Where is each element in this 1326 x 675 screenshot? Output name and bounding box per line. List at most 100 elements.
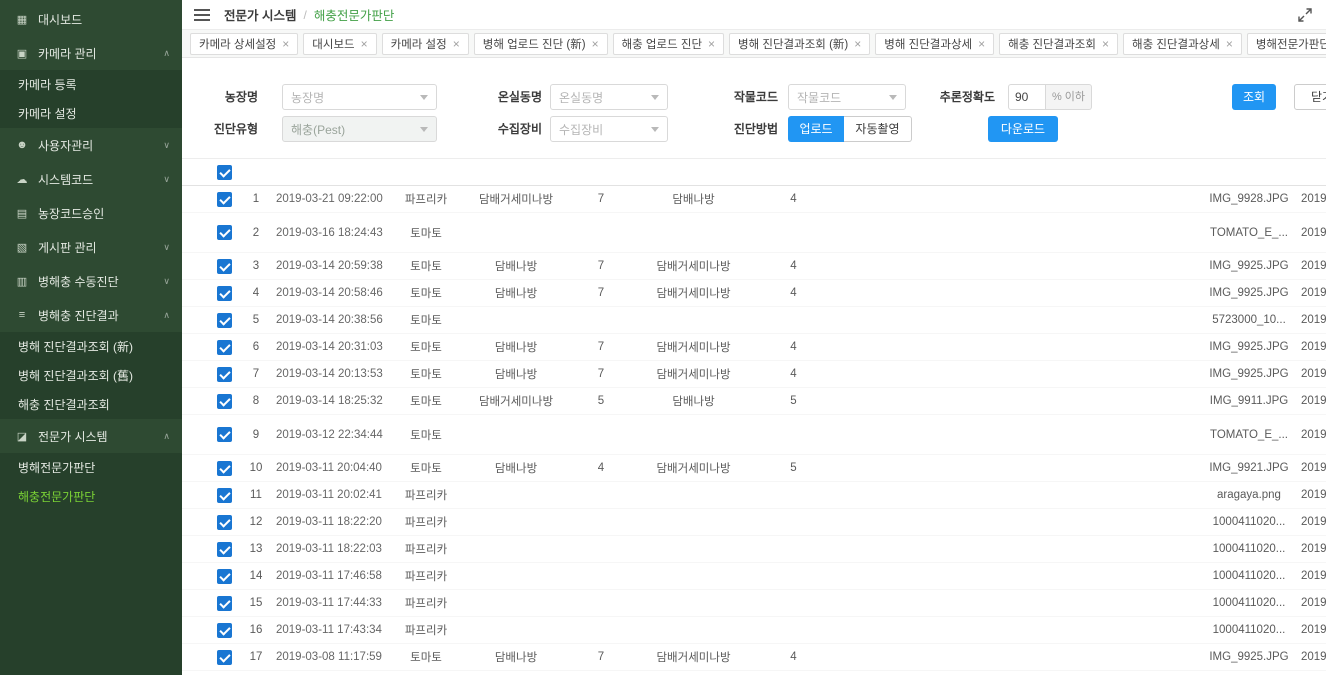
tab[interactable]: ● 해충 진단결과상세 × — [1123, 33, 1242, 55]
cell-num: 1 — [238, 193, 274, 205]
greenhouse-select[interactable]: 온실동명 — [550, 84, 668, 110]
close-icon[interactable]: × — [453, 38, 460, 50]
tab[interactable]: ● 카메라 설정 × — [382, 33, 469, 55]
cell-pest1: 담배나방 — [466, 366, 566, 382]
row-checkbox[interactable] — [217, 488, 232, 503]
row-checkbox[interactable] — [217, 623, 232, 638]
method-upload-button[interactable]: 업로드 — [788, 116, 844, 142]
cell-pest1: 담배나방 — [466, 339, 566, 355]
tab[interactable]: ● 병해 진단결과상세 × — [875, 33, 994, 55]
crop-code-select[interactable]: 작물코드 — [788, 84, 906, 110]
row-checkbox[interactable] — [217, 340, 232, 355]
tab[interactable]: ● 대시보드 × — [303, 33, 376, 55]
row-checkbox[interactable] — [217, 569, 232, 584]
fullscreen-icon[interactable] — [1298, 8, 1312, 22]
tab-label: 대시보드 — [312, 36, 354, 52]
table-row[interactable]: 1 2019-03-21 09:22:00 파프리카 담배거세미나방 7 담배나… — [182, 186, 1326, 213]
method-label: 진단방법 — [718, 116, 778, 142]
sidebar-item[interactable]: 해충 진단결과조회 — [0, 390, 182, 419]
search-button[interactable]: 조회 — [1232, 84, 1276, 110]
farm-select[interactable]: 농장명 — [282, 84, 437, 110]
cell-num: 14 — [238, 570, 274, 582]
table-row[interactable]: 9 2019-03-12 22:34:44 토마토 TOMATO_E_... 2… — [182, 415, 1326, 455]
row-checkbox[interactable] — [217, 192, 232, 207]
sidebar-item[interactable]: ☁ 시스템코드 — [0, 162, 182, 196]
row-checkbox[interactable] — [217, 313, 232, 328]
row-checkbox[interactable] — [217, 259, 232, 274]
row-checkbox[interactable] — [217, 225, 232, 240]
row-checkbox[interactable] — [217, 461, 232, 476]
table-row[interactable]: 8 2019-03-14 18:25:32 토마토 담배거세미나방 5 담배나방… — [182, 388, 1326, 415]
row-checkbox[interactable] — [217, 650, 232, 665]
close-icon[interactable]: × — [592, 38, 599, 50]
farm-code-icon: ▤ — [14, 207, 30, 220]
sidebar-item[interactable]: 카메라 등록 — [0, 70, 182, 99]
diagnosis-type-select[interactable]: 해충(Pest) — [282, 116, 437, 142]
sidebar-item[interactable]: 해충전문가판단 — [0, 482, 182, 511]
row-checkbox[interactable] — [217, 394, 232, 409]
sidebar-item[interactable]: 병해전문가판단 — [0, 453, 182, 482]
tab[interactable]: ● 병해전문가판단 × — [1247, 33, 1326, 55]
tab[interactable]: ● 병해 업로드 진단 (新) × — [474, 33, 608, 55]
close-icon[interactable]: × — [978, 38, 985, 50]
sidebar-item[interactable]: ▧ 게시판 관리 — [0, 230, 182, 264]
cell-extra: 2019 — [1297, 597, 1326, 609]
sidebar-item[interactable]: ▥ 병해충 수동진단 — [0, 264, 182, 298]
sidebar-item[interactable]: 병해 진단결과조회 (新) — [0, 332, 182, 361]
sidebar-item-label: 시스템코드 — [38, 171, 93, 188]
close-icon[interactable]: × — [708, 38, 715, 50]
select-all-checkbox[interactable] — [217, 165, 232, 180]
close-icon[interactable]: × — [854, 38, 861, 50]
tab[interactable]: ● 카메라 상세설정 × — [190, 33, 298, 55]
close-button[interactable]: 닫기 — [1294, 84, 1326, 110]
sidebar-item[interactable]: 병해 진단결과조회 (舊) — [0, 361, 182, 390]
table-row[interactable]: 16 2019-03-11 17:43:34 파프리카 1000411020..… — [182, 617, 1326, 644]
table-row[interactable]: 17 2019-03-08 11:17:59 토마토 담배나방 7 담배거세미나… — [182, 644, 1326, 671]
sidebar-item[interactable]: ▣ 카메라 관리 — [0, 36, 182, 70]
sidebar-item[interactable]: 카메라 설정 — [0, 99, 182, 128]
cell-crop: 토마토 — [386, 366, 466, 382]
table-row[interactable]: 10 2019-03-11 20:04:40 토마토 담배나방 4 담배거세미나… — [182, 455, 1326, 482]
equipment-select-value: 수집장비 — [559, 121, 603, 138]
checkbox-cell — [210, 461, 238, 476]
sidebar-item[interactable]: ≡ 병해충 진단결과 — [0, 298, 182, 332]
sidebar-item[interactable]: ▦ 대시보드 — [0, 2, 182, 36]
download-button[interactable]: 다운로드 — [988, 116, 1058, 142]
cell-count1: 4 — [566, 462, 636, 474]
cell-extra: 2019 — [1297, 368, 1326, 380]
accuracy-unit: % 이하 — [1046, 84, 1092, 110]
hamburger-menu-icon[interactable] — [194, 9, 210, 21]
table-row[interactable]: 3 2019-03-14 20:59:38 토마토 담배나방 7 담배거세미나방… — [182, 253, 1326, 280]
table-row[interactable]: 5 2019-03-14 20:38:56 토마토 5723000_10... … — [182, 307, 1326, 334]
close-icon[interactable]: × — [1226, 38, 1233, 50]
table-row[interactable]: 15 2019-03-11 17:44:33 파프리카 1000411020..… — [182, 590, 1326, 617]
equipment-select[interactable]: 수집장비 — [550, 116, 668, 142]
close-icon[interactable]: × — [1102, 38, 1109, 50]
row-checkbox[interactable] — [217, 427, 232, 442]
tab[interactable]: ● 병해 진단결과조회 (新) × — [729, 33, 870, 55]
table-row[interactable]: 7 2019-03-14 20:13:53 토마토 담배나방 7 담배거세미나방… — [182, 361, 1326, 388]
tab[interactable]: ● 해충 진단결과조회 × — [999, 33, 1118, 55]
row-checkbox[interactable] — [217, 286, 232, 301]
dashboard-icon: ▦ — [14, 13, 30, 26]
row-checkbox[interactable] — [217, 542, 232, 557]
sidebar-item[interactable]: ◪ 전문가 시스템 — [0, 419, 182, 453]
row-checkbox[interactable] — [217, 515, 232, 530]
row-checkbox[interactable] — [217, 596, 232, 611]
table-row[interactable]: 12 2019-03-11 18:22:20 파프리카 1000411020..… — [182, 509, 1326, 536]
close-icon[interactable]: × — [361, 38, 368, 50]
table-row[interactable]: 4 2019-03-14 20:58:46 토마토 담배나방 7 담배거세미나방… — [182, 280, 1326, 307]
table-row[interactable]: 11 2019-03-11 20:02:41 파프리카 aragaya.png … — [182, 482, 1326, 509]
row-checkbox[interactable] — [217, 367, 232, 382]
sidebar-item[interactable]: ☻ 사용자관리 — [0, 128, 182, 162]
table-row[interactable]: 2 2019-03-16 18:24:43 토마토 TOMATO_E_... 2… — [182, 213, 1326, 253]
table-row[interactable]: 14 2019-03-11 17:46:58 파프리카 1000411020..… — [182, 563, 1326, 590]
method-auto-button[interactable]: 자동촬영 — [844, 116, 912, 142]
tab[interactable]: ● 해충 업로드 진단 × — [613, 33, 724, 55]
close-icon[interactable]: × — [282, 38, 289, 50]
sidebar-item[interactable]: ▤ 농장코드승인 — [0, 196, 182, 230]
table-row[interactable]: 13 2019-03-11 18:22:03 파프리카 1000411020..… — [182, 536, 1326, 563]
board-icon: ▧ — [14, 241, 30, 254]
accuracy-input[interactable] — [1008, 84, 1046, 110]
table-row[interactable]: 6 2019-03-14 20:31:03 토마토 담배나방 7 담배거세미나방… — [182, 334, 1326, 361]
